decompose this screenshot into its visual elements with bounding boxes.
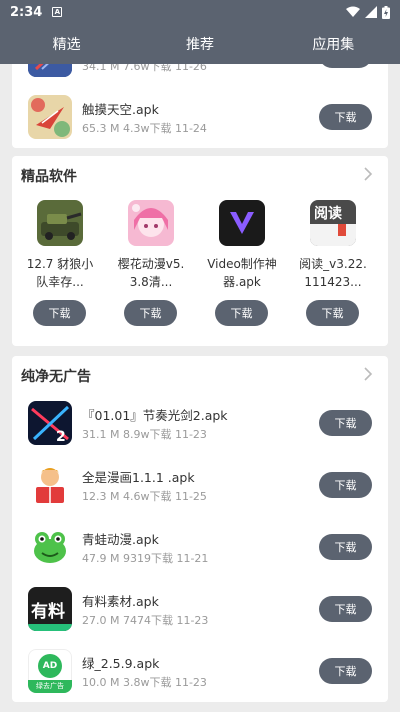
section-title: 纯净无广告 (21, 369, 91, 385)
section-title: 精品软件 (21, 169, 77, 185)
download-button[interactable]: 下载 (319, 596, 372, 622)
download-button[interactable]: 下载 (306, 300, 359, 326)
download-button[interactable]: 下载 (124, 300, 177, 326)
app-name: 有料素材.apk (82, 594, 159, 609)
featured-item[interactable]: 樱花动漫v5.3.8清... 下载 (114, 200, 194, 330)
download-button[interactable]: 下载 (215, 300, 268, 326)
tab-featured[interactable]: 精选 (0, 24, 133, 64)
top-app-list: 34.1 M 7.6w下载 11-26 下载 触摸天空.apk 65.3 M 4… (12, 64, 388, 148)
list-item[interactable]: 有料 有料素材.apk 27.0 M 7474下载 11-23 下载 (12, 578, 388, 640)
green-ad-icon-text: AD (38, 654, 62, 678)
app-icon: 有料 (28, 587, 72, 631)
list-item[interactable]: 触摸天空.apk 65.3 M 4.3w下载 11-24 下载 (12, 86, 388, 148)
chevron-right-icon[interactable] (362, 166, 374, 182)
download-button[interactable]: 下载 (319, 410, 372, 436)
app-meta: 34.1 M 7.6w下载 11-26 (82, 64, 207, 73)
app-icon: 2 (28, 401, 72, 445)
read-icon-text: 阅读 (314, 206, 342, 222)
featured-item[interactable]: 阅读 阅读_v3.22.111423... 下载 (296, 200, 376, 330)
battery-icon (382, 5, 390, 19)
notification-a-icon: A (52, 7, 63, 17)
download-button[interactable]: 下载 (319, 472, 372, 498)
app-name: Video制作神器.apk (207, 257, 277, 289)
app-name: 12.7 豺狼小队幸存... (26, 257, 94, 289)
app-name: 触摸天空.apk (82, 102, 159, 117)
app-icon (37, 200, 83, 246)
app-icon (28, 64, 72, 77)
app-icon (28, 525, 72, 569)
app-icon (28, 463, 72, 507)
app-meta: 27.0 M 7474下载 11-23 (82, 614, 209, 627)
download-button[interactable]: 下载 (319, 658, 372, 684)
list-item[interactable]: 34.1 M 7.6w下载 11-26 下载 (12, 64, 388, 86)
app-icon (28, 95, 72, 139)
green-ad-caption: 绿去广告 (28, 680, 72, 693)
featured-item[interactable]: 12.7 豺狼小队幸存... 下载 (23, 200, 103, 330)
app-meta: 65.3 M 4.3w下载 11-24 (82, 122, 207, 135)
signal-icon (365, 6, 377, 18)
list-item[interactable]: 青蛙动漫.apk 47.9 M 9319下载 11-21 下载 (12, 516, 388, 578)
app-name: 绿_2.5.9.apk (82, 656, 160, 671)
youliao-icon-text: 有料 (31, 602, 65, 622)
app-meta: 31.1 M 8.9w下载 11-23 (82, 428, 207, 441)
app-icon: AD 绿去广告 (28, 649, 72, 693)
top-tab-bar: 精选 推荐 应用集 (0, 24, 400, 64)
status-bar: 2:34 A (0, 0, 400, 24)
app-name: 阅读_v3.22.111423... (299, 257, 367, 289)
svg-text:2: 2 (56, 429, 66, 445)
list-item[interactable]: 全是漫画1.1.1 .apk 12.3 M 4.6w下载 11-25 下载 (12, 454, 388, 516)
featured-item[interactable]: Video制作神器.apk 下载 (205, 200, 285, 330)
app-icon (219, 200, 265, 246)
list-item[interactable]: 2 『01.01』节奏光剑2.apk 31.1 M 8.9w下载 11-23 下… (12, 392, 388, 454)
app-name: 青蛙动漫.apk (82, 532, 159, 547)
app-name: 『01.01』节奏光剑2.apk (82, 408, 228, 423)
tab-recommended[interactable]: 推荐 (133, 24, 266, 64)
chevron-right-icon[interactable] (362, 366, 374, 382)
app-icon: 阅读 (310, 200, 356, 246)
list-item[interactable]: AD 绿去广告 绿_2.5.9.apk 10.0 M 3.8w下载 11-23 … (12, 640, 388, 702)
app-meta: 47.9 M 9319下载 11-21 (82, 552, 209, 565)
featured-section: 精品软件 12.7 豺狼小队幸存... 下载 樱花动漫v5.3.8清... 下载… (12, 156, 388, 346)
download-button[interactable]: 下载 (319, 104, 372, 130)
app-name: 樱花动漫v5.3.8清... (117, 257, 185, 289)
app-meta: 12.3 M 4.6w下载 11-25 (82, 490, 207, 503)
download-button[interactable]: 下载 (319, 64, 372, 68)
status-time: 2:34 (10, 4, 43, 20)
app-icon (128, 200, 174, 246)
app-name: 全是漫画1.1.1 .apk (82, 470, 195, 485)
bottom-edge (0, 708, 400, 712)
tab-collections[interactable]: 应用集 (267, 24, 400, 64)
adfree-section: 纯净无广告 2 『01.01』节奏光剑2.apk 31.1 M 8.9w下载 1… (12, 356, 388, 702)
wifi-icon (346, 6, 360, 17)
download-button[interactable]: 下载 (319, 534, 372, 560)
download-button[interactable]: 下载 (33, 300, 86, 326)
app-meta: 10.0 M 3.8w下载 11-23 (82, 676, 207, 689)
